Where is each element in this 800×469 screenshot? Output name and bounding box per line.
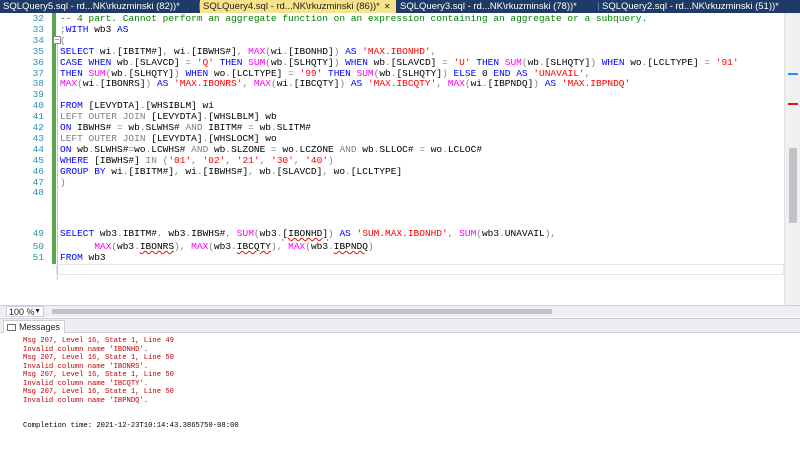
scrollbar-error-marker	[788, 103, 798, 105]
completion-time: Completion time: 2021-12-23T10:14:43.386…	[23, 422, 239, 430]
message-line: Msg 207, Level 16, State 1, Line 50	[23, 388, 174, 396]
tab-label: SQLQuery5.sql - rd...NK\rkuzminski (82))…	[3, 1, 180, 12]
code-line: SELECT wb3.IBITM#, wb3.IBWHS#, SUM(wb3.[…	[60, 228, 557, 239]
message-line: Msg 207, Level 16, State 1, Line 50	[23, 371, 174, 379]
breakpoint-margin[interactable]	[0, 13, 16, 305]
results-tab-strip: Messages	[0, 319, 800, 333]
chevron-down-icon: ▼	[34, 308, 41, 315]
line-number: 45	[32, 154, 44, 166]
message-line: Msg 207, Level 16, State 1, Line 49	[23, 337, 174, 345]
editor-vertical-scrollbar[interactable]	[784, 13, 800, 305]
code-line: ;WITH wb3 AS	[60, 23, 129, 35]
change-tracking-bar	[52, 13, 56, 264]
current-line-highlight	[56, 264, 784, 275]
scrollbar-thumb[interactable]	[52, 309, 552, 314]
tab-label: SQLQuery4.sql - rd...NK\rkuzminski (86))…	[203, 1, 380, 12]
code-line: MAX(wb3.IBONRS), MAX(wb3.IBCQTY), MAX(wb…	[94, 241, 374, 252]
line-number: 36	[32, 56, 44, 68]
zoom-select[interactable]: 100 % ▼	[6, 306, 44, 317]
line-number: 46	[32, 165, 44, 177]
code-line: CASE WHEN wb.[SLAVCD] = 'Q' THEN SUM(wb.…	[60, 56, 739, 68]
line-number: 49	[32, 228, 44, 239]
tab-label: SQLQuery2.sql - rd...NK\rkuzminski (51))…	[602, 1, 779, 12]
tab-sqlquery5[interactable]: SQLQuery5.sql - rd...NK\rkuzminski (82))…	[0, 0, 198, 13]
editor-horizontal-scrollbar[interactable]	[48, 307, 784, 316]
code-line-comment: -- 4 part. Cannot perform an aggregate f…	[60, 13, 648, 24]
message-line: Invalid column name 'IBPNDQ'.	[23, 396, 149, 405]
code-line: GROUP BY wi.[IBITM#], wi.[IBWHS#], wb.[S…	[60, 165, 403, 177]
close-icon[interactable]: ✕	[384, 0, 391, 13]
zoom-value: 100 %	[9, 307, 35, 317]
line-number: 51	[32, 252, 44, 263]
line-number: 48	[32, 187, 44, 199]
tab-sqlquery3[interactable]: SQLQuery3.sql - rd...NK\rkuzminski (78))…	[397, 0, 597, 13]
message-line: Invalid column name 'IBONHD'.	[23, 345, 149, 354]
messages-icon	[7, 324, 16, 331]
line-number: 35	[32, 45, 44, 57]
tab-sqlquery2[interactable]: SQLQuery2.sql - rd...NK\rkuzminski (51))…	[599, 0, 800, 13]
tab-messages[interactable]: Messages	[3, 320, 66, 333]
results-pane: Messages Msg 207, Level 16, State 1, Lin…	[0, 318, 800, 469]
query-editor[interactable]: − 32 33 34 35 36 37 38 39 40 41 42 43 44…	[0, 13, 800, 305]
editor-status-strip: 100 % ▼	[0, 305, 800, 317]
scrollbar-caret-marker	[788, 73, 798, 75]
outline-line	[57, 40, 58, 280]
tab-sqlquery4[interactable]: SQLQuery4.sql - rd...NK\rkuzminski (86))…	[200, 0, 396, 13]
code-line: MAX(wi.[IBONRS]) AS 'MAX.IBONRS', MAX(wi…	[60, 78, 631, 90]
message-line: Invalid column name 'IBCQTY'.	[23, 379, 149, 388]
message-line: Msg 207, Level 16, State 1, Line 50	[23, 354, 174, 362]
tab-label: SQLQuery3.sql - rd...NK\rkuzminski (78))…	[400, 1, 577, 12]
tab-label: Messages	[19, 322, 61, 332]
scrollbar-thumb[interactable]	[789, 148, 797, 223]
code-line: FROM wb3	[60, 252, 106, 263]
document-tab-strip: SQLQuery5.sql - rd...NK\rkuzminski (82))…	[0, 0, 800, 13]
message-line: Invalid column name 'IBONRS'.	[23, 362, 149, 371]
